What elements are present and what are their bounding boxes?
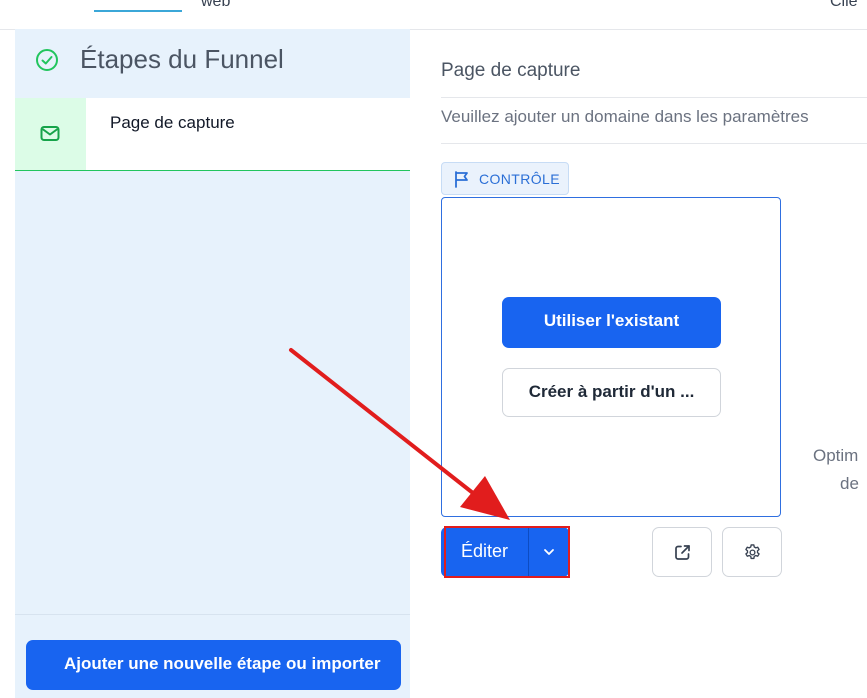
title-divider bbox=[441, 97, 867, 98]
gear-icon bbox=[745, 544, 760, 560]
tab-web[interactable]: web bbox=[201, 0, 230, 11]
add-step-label: Ajouter une nouvelle étape ou importer bbox=[64, 654, 381, 673]
funnel-step-item[interactable]: Page de capture bbox=[15, 98, 410, 171]
domain-notice: Veuillez ajouter un domaine dans les par… bbox=[441, 107, 809, 126]
external-link-icon bbox=[675, 545, 690, 560]
steps-header: Étapes du Funnel bbox=[15, 29, 410, 98]
tab-clients[interactable]: Clie bbox=[830, 0, 858, 11]
settings-button[interactable] bbox=[722, 527, 782, 577]
edit-button-group: Éditer bbox=[441, 527, 569, 577]
create-from-label: Créer à partir d'un ... bbox=[528, 382, 695, 401]
funnel-steps-sidebar: Étapes du Funnel Page de capture Ajouter… bbox=[15, 29, 410, 698]
steps-title: Étapes du Funnel bbox=[80, 44, 284, 74]
step-label: Page de capture bbox=[110, 113, 235, 132]
flag-icon bbox=[455, 171, 468, 188]
page-title: Page de capture bbox=[441, 60, 581, 81]
edit-label: Éditer bbox=[460, 541, 509, 561]
side-text-line2: de bbox=[840, 474, 859, 493]
edit-dropdown-toggle[interactable] bbox=[529, 527, 569, 577]
page-preview-card: Utiliser l'existant Créer à partir d'un … bbox=[441, 197, 781, 517]
create-from-template-button[interactable]: Créer à partir d'un ... bbox=[502, 368, 721, 417]
mail-icon bbox=[40, 126, 60, 141]
add-step-button[interactable]: Ajouter une nouvelle étape ou importer bbox=[26, 640, 401, 690]
control-badge: CONTRÔLE bbox=[441, 162, 569, 195]
use-existing-button[interactable]: Utiliser l'existant bbox=[502, 297, 721, 348]
top-tab-bar: web Clie bbox=[0, 0, 867, 30]
check-circle-icon bbox=[36, 49, 58, 71]
open-external-button[interactable] bbox=[652, 527, 712, 577]
chevron-down-icon bbox=[544, 549, 554, 555]
notice-divider bbox=[441, 143, 867, 144]
use-existing-label: Utiliser l'existant bbox=[543, 311, 680, 330]
side-text-line1: Optim bbox=[813, 446, 859, 465]
control-label: CONTRÔLE bbox=[479, 171, 560, 187]
active-tab-indicator bbox=[94, 10, 182, 12]
sidebar-divider bbox=[15, 614, 410, 615]
step-icon-box bbox=[15, 98, 86, 170]
edit-button[interactable]: Éditer bbox=[441, 527, 528, 577]
